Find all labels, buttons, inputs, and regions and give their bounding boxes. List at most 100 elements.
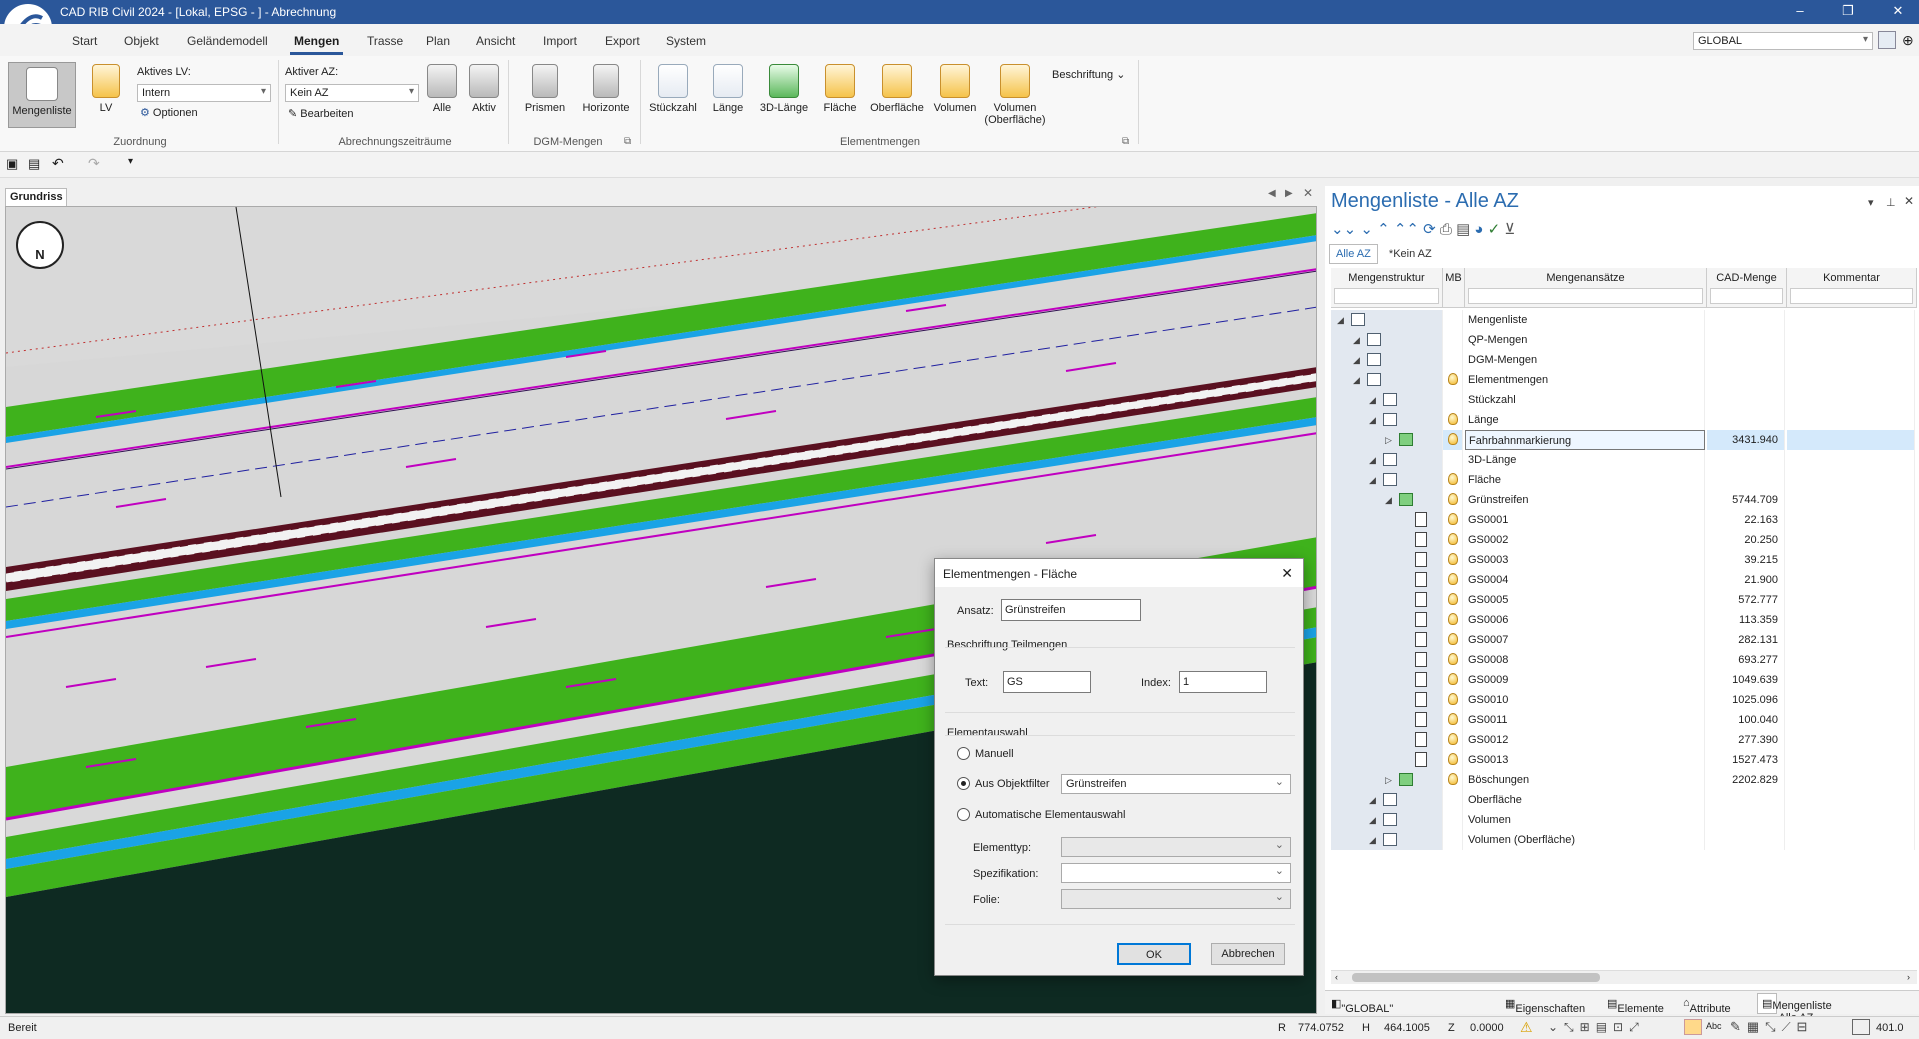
expand-arrow-icon[interactable]: ◢ (1369, 790, 1376, 810)
filter-icon[interactable]: ⊻ (1504, 221, 1515, 238)
horizonte-button[interactable]: Horizonte (578, 64, 634, 114)
row-kommentar[interactable] (1787, 490, 1915, 510)
lightbulb-icon[interactable] (1448, 533, 1458, 545)
expand-arrow-icon[interactable]: ◢ (1353, 370, 1360, 390)
expand-arrow-icon[interactable]: ◢ (1337, 310, 1344, 330)
tree-row[interactable]: ◢ DGM-Mengen (1331, 350, 1917, 370)
objektfilter-radio[interactable] (957, 777, 970, 790)
lightbulb-icon[interactable] (1448, 513, 1458, 525)
tree-cell[interactable]: ◢ (1331, 450, 1443, 470)
expand-arrow-icon[interactable]: ▷ (1385, 770, 1392, 790)
mengenliste-button[interactable]: Mengenliste (8, 62, 76, 128)
tree-row[interactable]: GS0007 282.131 (1331, 630, 1917, 650)
tree-row[interactable]: GS0009 1049.639 (1331, 670, 1917, 690)
tree-row[interactable]: GS0004 21.900 (1331, 570, 1917, 590)
tree-row[interactable]: ◢ Volumen (1331, 810, 1917, 830)
tree-cell[interactable] (1331, 550, 1443, 570)
tree-cell[interactable]: ◢ (1331, 390, 1443, 410)
tree-row[interactable]: GS0013 1527.473 (1331, 750, 1917, 770)
row-kommentar[interactable] (1787, 670, 1915, 690)
tree-cell[interactable] (1331, 570, 1443, 590)
lightbulb-icon[interactable] (1448, 733, 1458, 745)
ok-button[interactable]: OK (1117, 943, 1191, 965)
col-cad-menge[interactable]: CAD-Menge (1707, 268, 1787, 308)
expand-arrow-icon[interactable]: ◢ (1369, 470, 1376, 490)
tree-row[interactable]: ◢ Länge (1331, 410, 1917, 430)
tree-row[interactable]: ▷ Fahrbahnmarkierung 3431.940 (1331, 430, 1917, 450)
row-kommentar[interactable] (1787, 730, 1915, 750)
folie-select[interactable] (1061, 889, 1291, 909)
tree-cell[interactable] (1331, 530, 1443, 550)
volumen-oberflaeche-button[interactable]: Volumen (Oberfläche) (982, 64, 1048, 126)
menu-objekt[interactable]: Objekt (124, 34, 159, 48)
row-kommentar[interactable] (1787, 570, 1915, 590)
row-kommentar[interactable] (1787, 750, 1915, 770)
row-kommentar[interactable] (1787, 390, 1915, 410)
tree-cell[interactable]: ◢ (1331, 790, 1443, 810)
tree-row[interactable]: ▷ Böschungen 2202.829 (1331, 770, 1917, 790)
minimize-button[interactable]: – (1790, 3, 1810, 21)
tree-cell[interactable] (1331, 750, 1443, 770)
expand-all-icon[interactable]: ⌄⌄ (1331, 221, 1356, 238)
tree-cell[interactable]: ◢ (1331, 830, 1443, 850)
row-kommentar[interactable] (1787, 550, 1915, 570)
row-kommentar[interactable] (1787, 530, 1915, 550)
lightbulb-icon[interactable] (1448, 493, 1458, 505)
restore-button[interactable]: ❐ (1838, 3, 1858, 21)
view-nav-left-icon[interactable]: ◀ (1268, 188, 1276, 199)
tree-cell[interactable] (1331, 650, 1443, 670)
row-kommentar[interactable] (1787, 430, 1915, 450)
tree-cell[interactable] (1331, 510, 1443, 530)
open-folder-icon[interactable]: ▤ (28, 156, 40, 172)
warning-icon[interactable]: ⚠ (1520, 1019, 1533, 1036)
menu-export[interactable]: Export (605, 34, 640, 48)
row-kommentar[interactable] (1787, 350, 1915, 370)
row-kommentar[interactable] (1787, 690, 1915, 710)
tree-row[interactable]: ◢ Oberfläche (1331, 790, 1917, 810)
tab-grundriss[interactable]: Grundriss (5, 188, 67, 206)
tree-cell[interactable]: ◢ (1331, 810, 1443, 830)
tree-cell[interactable] (1331, 690, 1443, 710)
tree-cell[interactable]: ◢ (1331, 410, 1443, 430)
dialog-close-icon[interactable]: ✕ (1281, 565, 1293, 582)
lightbulb-icon[interactable] (1448, 473, 1458, 485)
layer-toggle-icon[interactable] (1684, 1019, 1702, 1035)
elementtyp-select[interactable] (1061, 837, 1291, 857)
row-kommentar[interactable] (1787, 590, 1915, 610)
tree-cell[interactable] (1331, 590, 1443, 610)
footer-attribute[interactable]: ⌂ Attribute (1683, 997, 1731, 1015)
row-kommentar[interactable] (1787, 630, 1915, 650)
menu-system[interactable]: System (666, 34, 706, 48)
scroll-left-icon[interactable]: ‹ (1335, 972, 1338, 982)
optionen-button[interactable]: ⚙ Optionen (140, 106, 198, 119)
ansatz-input[interactable]: Grünstreifen (1001, 599, 1141, 621)
footer-folienverwaltung[interactable]: ◧ "GLOBAL" Folienverwaltung (1331, 997, 1425, 1027)
lightbulb-icon[interactable] (1448, 713, 1458, 725)
col-mengenansaetze[interactable]: Mengenansätze (1465, 268, 1707, 308)
footer-mengenliste[interactable]: ▤ Mengenliste - Alle AZ (1757, 993, 1832, 1024)
lightbulb-icon[interactable] (1448, 653, 1458, 665)
tree-cell[interactable]: ◢ (1331, 490, 1443, 510)
panel-close-icon[interactable]: ✕ (1904, 194, 1914, 208)
col-kommentar[interactable]: Kommentar (1787, 268, 1917, 308)
collapse-all-icon[interactable]: ⌃⌃ (1394, 221, 1419, 238)
row-kommentar[interactable] (1787, 830, 1915, 850)
laenge-button[interactable]: Länge (706, 64, 750, 114)
lightbulb-icon[interactable] (1448, 573, 1458, 585)
col-mb[interactable]: MB (1443, 268, 1465, 308)
abc-icon[interactable]: Abc (1706, 1021, 1722, 1031)
tree-row[interactable]: ◢ Mengenliste (1331, 310, 1917, 330)
row-kommentar[interactable] (1787, 610, 1915, 630)
expand-arrow-icon[interactable]: ▷ (1385, 430, 1392, 450)
menu-trasse[interactable]: Trasse (367, 34, 403, 48)
row-kommentar[interactable] (1787, 790, 1915, 810)
row-kommentar[interactable] (1787, 510, 1915, 530)
tree-row[interactable]: ◢ Grünstreifen 5744.709 (1331, 490, 1917, 510)
footer-eigenschaften[interactable]: ▦ Eigenschaften (1505, 997, 1585, 1015)
automatisch-radio[interactable] (957, 808, 970, 821)
row-kommentar[interactable] (1787, 310, 1915, 330)
lightbulb-icon[interactable] (1448, 693, 1458, 705)
tree-row[interactable]: ◢ Elementmengen (1331, 370, 1917, 390)
expand-arrow-icon[interactable]: ◢ (1385, 490, 1392, 510)
menu-plan[interactable]: Plan (426, 34, 450, 48)
